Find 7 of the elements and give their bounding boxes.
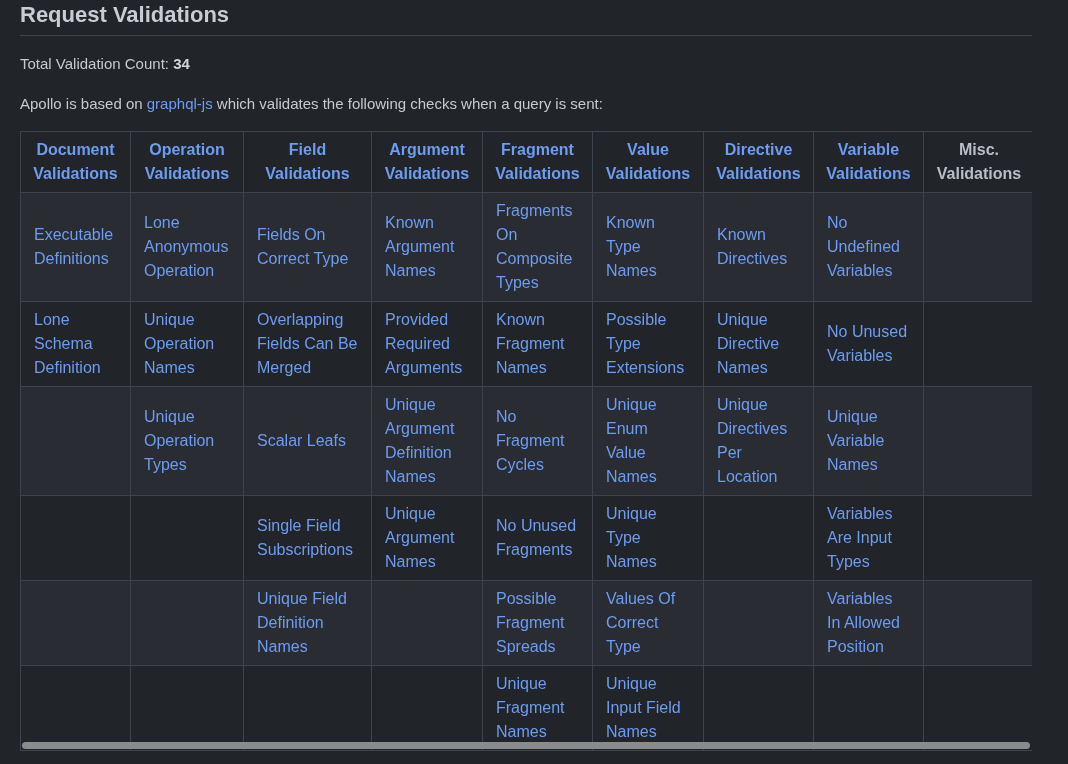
column-header: Misc. Validations xyxy=(936,140,1022,184)
validation-link[interactable]: Scalar Leafs xyxy=(257,429,358,453)
page-heading: Request Validations xyxy=(20,0,1032,36)
intro-text: Apollo is based on graphql-js which validates the following checks when a query is sent: xyxy=(20,94,604,114)
validation-count: Total Validation Count: 34 xyxy=(20,54,191,74)
scrollbar[interactable] xyxy=(22,742,1030,749)
graphql-js-link[interactable]: graphql-js xyxy=(146,95,213,112)
